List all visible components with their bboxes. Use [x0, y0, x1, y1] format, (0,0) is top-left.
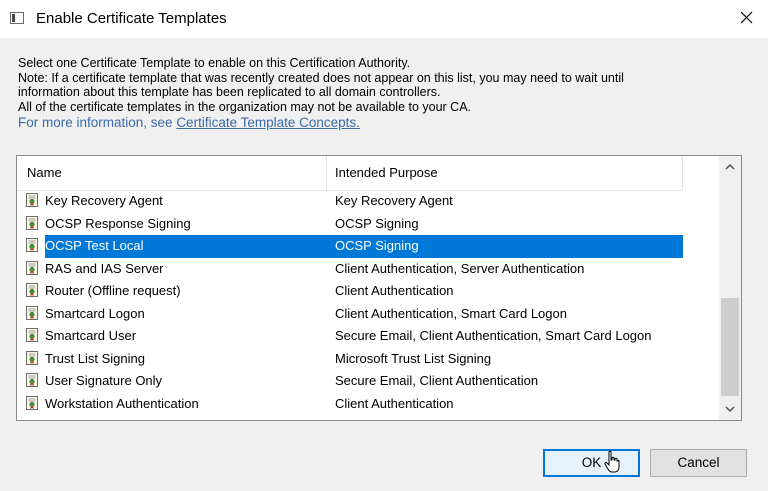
row-name-label: OCSP Test Local: [45, 238, 144, 253]
table-row[interactable]: Key Recovery Agent Key Recovery Agent: [17, 190, 683, 213]
info-line-4: All of the certificate templates in the …: [18, 99, 472, 114]
more-info-prefix: For more information, see: [18, 115, 177, 131]
row-purpose-cell: Client Authentication: [335, 283, 454, 298]
table-row[interactable]: Workstation Authentication Client Authent…: [17, 393, 683, 416]
row-name-label: OCSP Response Signing: [45, 215, 191, 231]
certificate-template-icon: [26, 193, 38, 207]
certificate-template-concepts-link[interactable]: Certificate Template Concepts.: [176, 115, 360, 131]
list-header: Name Intended Purpose: [17, 156, 683, 191]
row-name-cell: Key Recovery Agent: [25, 190, 325, 213]
row-purpose-cell: Client Authentication, Smart Card Logon: [335, 305, 567, 321]
table-row[interactable]: RAS and IAS Server Client Authentication,…: [17, 258, 683, 281]
certificate-template-icon: [26, 373, 38, 387]
table-row[interactable]: OCSP Test Local OCSP Signing: [17, 235, 683, 258]
table-row[interactable]: User Signature Only Secure Email, Client …: [17, 370, 683, 393]
row-purpose-cell: OCSP Signing: [335, 238, 419, 253]
row-purpose-cell: Secure Email, Client Authentication: [335, 373, 539, 388]
ok-button[interactable]: OK: [543, 449, 640, 477]
cancel-button[interactable]: Cancel: [650, 449, 747, 477]
row-name-label: Trust List Signing: [45, 350, 145, 366]
title-bar: Enable Certificate Templates: [0, 0, 768, 38]
row-purpose-cell: Secure Email, Client Authentication, Sma…: [335, 328, 652, 343]
info-line-1: Select one Certificate Template to enabl…: [18, 56, 411, 70]
row-name-label: Smartcard Logon: [45, 305, 145, 321]
table-row[interactable]: OCSP Response Signing OCSP Signing: [17, 213, 683, 236]
window-title: Enable Certificate Templates: [36, 10, 227, 27]
row-name-cell: Workstation Authentication: [25, 393, 325, 416]
scroll-up-button[interactable]: [719, 156, 741, 178]
mouse-pointer-icon: [604, 450, 620, 473]
table-row[interactable]: Trust List Signing Microsoft Trust List S…: [17, 348, 683, 371]
close-icon: [740, 11, 753, 24]
chevron-down-icon: [725, 406, 735, 413]
row-name-label: Router (Offline request): [45, 283, 181, 298]
row-name-label: RAS and IAS Server: [45, 260, 164, 276]
certificate-template-icon: [26, 283, 38, 297]
info-line-2: Note: If a certificate template that was…: [18, 70, 624, 85]
template-list[interactable]: Name Intended Purpose Key Recovery Agent…: [16, 155, 742, 421]
row-name-cell: Smartcard Logon: [25, 303, 325, 326]
row-name-cell: Router (Offline request): [25, 280, 325, 303]
row-name-cell: User Signature Only: [25, 370, 325, 393]
vertical-scrollbar[interactable]: [719, 156, 741, 420]
certificate-template-icon: [26, 215, 38, 230]
dialog-window-icon: [10, 12, 24, 24]
column-header-name[interactable]: Name: [17, 156, 327, 190]
close-button[interactable]: [724, 0, 768, 34]
certificate-template-icon: [26, 328, 38, 342]
column-header-intended-purpose[interactable]: Intended Purpose: [327, 156, 683, 190]
row-name-cell: OCSP Test Local: [25, 235, 325, 258]
row-name-label: Key Recovery Agent: [45, 193, 163, 208]
chevron-up-icon: [725, 163, 735, 170]
row-purpose-cell: Client Authentication: [335, 395, 454, 411]
row-name-label: User Signature Only: [45, 373, 163, 388]
row-purpose-cell: OCSP Signing: [335, 215, 419, 231]
template-rows: Key Recovery Agent Key Recovery Agent OCSP…: [17, 190, 683, 415]
row-purpose-cell: Microsoft Trust List Signing: [335, 350, 492, 366]
row-name-cell: OCSP Response Signing: [25, 213, 325, 236]
info-text: Select one Certificate Template to enabl…: [18, 56, 624, 131]
row-name-cell: Trust List Signing: [25, 348, 325, 371]
row-name-cell: Smartcard User: [25, 325, 325, 348]
row-name-label: Smartcard User: [45, 328, 137, 343]
certificate-template-icon: [26, 238, 38, 252]
table-row[interactable]: Smartcard User Secure Email, Client Authe…: [17, 325, 683, 348]
table-row[interactable]: Smartcard Logon Client Authentication, Sm…: [17, 303, 683, 326]
info-line-3: information about this template has been…: [18, 85, 441, 100]
scroll-down-button[interactable]: [719, 398, 741, 420]
row-purpose-cell: Key Recovery Agent: [335, 193, 453, 208]
row-purpose-cell: Client Authentication, Server Authentica…: [335, 260, 585, 276]
row-name-label: Workstation Authentication: [45, 395, 199, 411]
scrollbar-thumb[interactable]: [721, 298, 739, 396]
row-name-cell: RAS and IAS Server: [25, 258, 325, 281]
more-info: For more information, see Certificate Te…: [18, 116, 624, 131]
certificate-template-icon: [26, 395, 38, 410]
certificate-template-icon: [26, 260, 38, 275]
table-row[interactable]: Router (Offline request) Client Authentic…: [17, 280, 683, 303]
certificate-template-icon: [26, 305, 38, 320]
certificate-template-icon: [26, 350, 38, 365]
